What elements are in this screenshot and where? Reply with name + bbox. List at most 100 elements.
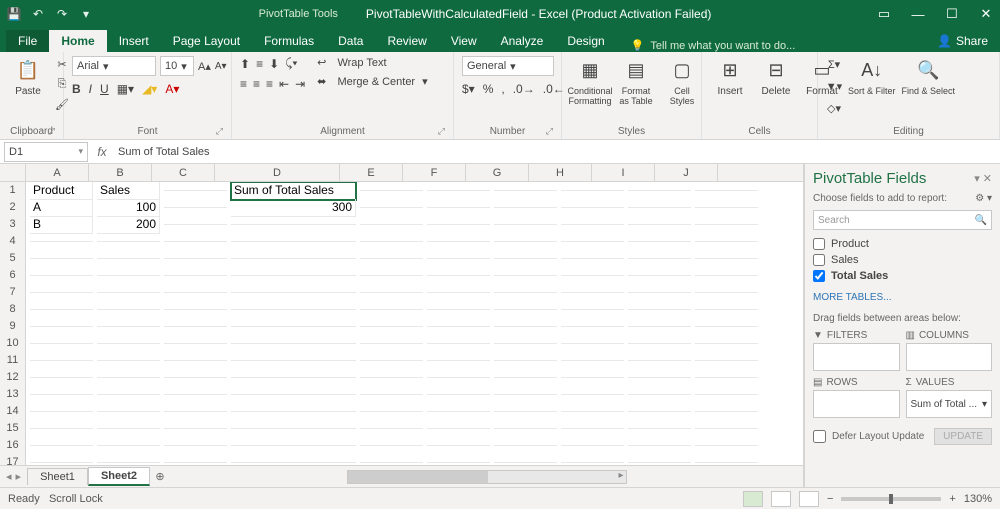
ribbon-options-icon[interactable]: ▭	[876, 6, 892, 22]
cell-F12[interactable]	[427, 377, 490, 378]
cell-A10[interactable]	[30, 343, 93, 344]
cell-F4[interactable]	[427, 241, 490, 242]
cell-A8[interactable]	[30, 309, 93, 310]
pane-close-icon[interactable]: ✕	[983, 173, 992, 185]
cell-H16[interactable]	[561, 445, 624, 446]
cell-I16[interactable]	[628, 445, 691, 446]
cell-G2[interactable]	[494, 207, 557, 208]
number-format-selector[interactable]: General▾	[462, 56, 554, 76]
cell-D4[interactable]	[231, 241, 356, 242]
field-checkbox[interactable]	[813, 270, 825, 282]
row-header[interactable]: 3	[0, 216, 26, 234]
cell-I11[interactable]	[628, 360, 691, 361]
cell-G11[interactable]	[494, 360, 557, 361]
cell-B11[interactable]	[97, 360, 160, 361]
row-header[interactable]: 7	[0, 284, 26, 302]
cell-E9[interactable]	[360, 326, 423, 327]
field-checkbox[interactable]	[813, 254, 825, 266]
cell-J6[interactable]	[695, 275, 758, 276]
cell-A14[interactable]	[30, 411, 93, 412]
column-header[interactable]: A	[26, 164, 89, 181]
cell-F11[interactable]	[427, 360, 490, 361]
row-header[interactable]: 17	[0, 454, 26, 466]
zoom-level[interactable]: 130%	[964, 493, 992, 505]
redo-icon[interactable]: ↷	[54, 6, 70, 22]
conditional-formatting-button[interactable]: ▦Conditional Formatting	[570, 56, 610, 106]
increase-decimal-icon[interactable]: .0→	[513, 82, 535, 96]
column-header[interactable]: B	[89, 164, 152, 181]
defer-update-checkbox[interactable]	[813, 430, 826, 443]
sort-filter-button[interactable]: A↓Sort & Filter	[848, 56, 896, 96]
cell-I3[interactable]	[628, 224, 691, 225]
cell-E15[interactable]	[360, 428, 423, 429]
cell-I7[interactable]	[628, 292, 691, 293]
cell-E6[interactable]	[360, 275, 423, 276]
insert-cells-button[interactable]: ⊞Insert	[710, 56, 750, 97]
qat-dropdown-icon[interactable]: ▾	[78, 6, 94, 22]
italic-button[interactable]: I	[89, 82, 92, 96]
name-box[interactable]: D1▾	[4, 142, 88, 162]
column-header[interactable]: I	[592, 164, 655, 181]
column-header[interactable]: J	[655, 164, 718, 181]
cell-I14[interactable]	[628, 411, 691, 412]
cell-B7[interactable]	[97, 292, 160, 293]
normal-view-button[interactable]	[743, 491, 763, 507]
cell-J10[interactable]	[695, 343, 758, 344]
cell-J9[interactable]	[695, 326, 758, 327]
cell-B17[interactable]	[97, 462, 160, 463]
cell-B3[interactable]: 200	[97, 216, 160, 234]
cell-C14[interactable]	[164, 411, 227, 412]
cell-H10[interactable]	[561, 343, 624, 344]
cell-H2[interactable]	[561, 207, 624, 208]
wrap-text-button[interactable]: ↩ Wrap Text	[317, 56, 428, 69]
horizontal-scrollbar[interactable]: ◂▸	[170, 470, 803, 484]
align-center-icon[interactable]: ≡	[253, 77, 260, 91]
cell-A13[interactable]	[30, 394, 93, 395]
cell-J13[interactable]	[695, 394, 758, 395]
cell-C7[interactable]	[164, 292, 227, 293]
cell-C2[interactable]	[164, 207, 227, 208]
cell-A2[interactable]: A	[30, 199, 93, 217]
cell-B1[interactable]: Sales	[97, 182, 160, 200]
cell-C13[interactable]	[164, 394, 227, 395]
maximize-icon[interactable]: ☐	[944, 6, 960, 22]
percent-icon[interactable]: %	[483, 82, 494, 96]
column-header[interactable]: E	[340, 164, 403, 181]
cell-G17[interactable]	[494, 462, 557, 463]
comma-icon[interactable]: ,	[501, 82, 504, 96]
cell-B9[interactable]	[97, 326, 160, 327]
cell-G12[interactable]	[494, 377, 557, 378]
cell-H9[interactable]	[561, 326, 624, 327]
decrease-indent-icon[interactable]: ⇤	[279, 77, 289, 91]
cell-C9[interactable]	[164, 326, 227, 327]
cell-F16[interactable]	[427, 445, 490, 446]
row-header[interactable]: 8	[0, 301, 26, 319]
row-header[interactable]: 11	[0, 352, 26, 370]
cell-I17[interactable]	[628, 462, 691, 463]
cell-J4[interactable]	[695, 241, 758, 242]
bold-button[interactable]: B	[72, 82, 81, 96]
font-name-selector[interactable]: Arial▾	[72, 56, 156, 76]
cell-D15[interactable]	[231, 428, 356, 429]
column-header[interactable]: G	[466, 164, 529, 181]
tell-me-input[interactable]: 💡Tell me what you want to do...	[617, 39, 925, 52]
cell-E10[interactable]	[360, 343, 423, 344]
tab-home[interactable]: Home	[49, 30, 106, 52]
minimize-icon[interactable]: ―	[910, 7, 926, 22]
cell-I2[interactable]	[628, 207, 691, 208]
cell-C1[interactable]	[164, 190, 227, 191]
cell-C6[interactable]	[164, 275, 227, 276]
tab-insert[interactable]: Insert	[107, 30, 161, 52]
cell-D5[interactable]	[231, 258, 356, 259]
page-layout-view-button[interactable]	[771, 491, 791, 507]
cell-I15[interactable]	[628, 428, 691, 429]
cell-I9[interactable]	[628, 326, 691, 327]
cell-E1[interactable]	[360, 190, 423, 191]
formula-input[interactable]: Sum of Total Sales	[112, 146, 1000, 158]
gear-icon[interactable]: ⚙ ▾	[975, 193, 992, 204]
field-item[interactable]: Total Sales	[813, 268, 992, 284]
tab-formulas[interactable]: Formulas	[252, 30, 326, 52]
cell-G10[interactable]	[494, 343, 557, 344]
border-button[interactable]: ▦▾	[117, 82, 134, 96]
cell-G7[interactable]	[494, 292, 557, 293]
